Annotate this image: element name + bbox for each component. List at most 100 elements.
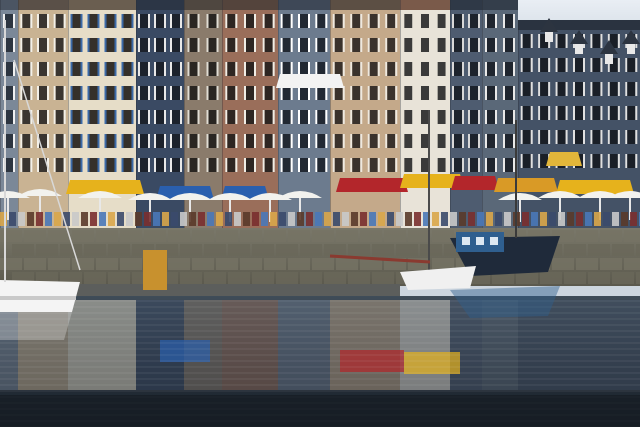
window bbox=[592, 82, 601, 96]
window bbox=[246, 158, 254, 172]
window bbox=[575, 106, 583, 120]
cafe-terrace bbox=[162, 212, 169, 226]
window-shutter bbox=[298, 134, 300, 148]
window bbox=[487, 86, 495, 100]
window-shutter bbox=[154, 62, 156, 76]
window-shutter bbox=[87, 110, 90, 124]
window-shutter bbox=[30, 86, 33, 100]
window-shutter bbox=[590, 58, 593, 72]
window bbox=[421, 86, 429, 100]
window-shutter bbox=[53, 86, 56, 100]
window-shutter bbox=[573, 58, 575, 72]
window bbox=[156, 62, 164, 76]
window-shutter bbox=[395, 110, 398, 124]
window-shutter bbox=[30, 158, 33, 172]
window-shutter bbox=[280, 158, 283, 172]
window-shutter bbox=[70, 62, 73, 76]
window-shutter bbox=[37, 110, 39, 124]
window-shutter bbox=[315, 134, 318, 148]
window-shutter bbox=[298, 158, 300, 172]
window-shutter bbox=[30, 62, 33, 76]
quay-stone bbox=[636, 244, 640, 256]
window bbox=[505, 110, 513, 124]
quay-stone bbox=[72, 258, 94, 270]
window-shutter bbox=[70, 38, 73, 52]
quay-stone bbox=[168, 258, 190, 270]
window bbox=[627, 154, 636, 168]
window bbox=[404, 62, 413, 76]
ripple bbox=[0, 336, 640, 338]
window-shutter bbox=[478, 158, 480, 172]
cafe-terrace bbox=[405, 212, 412, 226]
window-shutter bbox=[520, 154, 523, 168]
window-shutter bbox=[148, 86, 150, 100]
window-shutter bbox=[315, 38, 318, 52]
window-shutter bbox=[170, 158, 172, 172]
window-shutter bbox=[583, 106, 585, 120]
window bbox=[172, 134, 180, 148]
quay-stone bbox=[432, 230, 454, 242]
cafe-terrace bbox=[441, 212, 448, 226]
window-shutter bbox=[607, 82, 610, 96]
window-shutter bbox=[495, 14, 497, 28]
window bbox=[387, 86, 396, 100]
window-shutter bbox=[148, 134, 150, 148]
boat-mast bbox=[428, 110, 430, 270]
window-shutter bbox=[197, 134, 200, 148]
window bbox=[487, 38, 495, 52]
window-shutter bbox=[272, 110, 275, 124]
window bbox=[437, 86, 446, 100]
window-shutter bbox=[37, 38, 39, 52]
window bbox=[387, 62, 396, 76]
quay-stone bbox=[612, 272, 634, 284]
window-shutter bbox=[495, 38, 497, 52]
building-roof bbox=[68, 0, 136, 10]
window-shutter bbox=[138, 158, 140, 172]
window bbox=[522, 34, 531, 48]
window-shutter bbox=[235, 14, 238, 28]
window-shutter bbox=[402, 14, 405, 28]
window-shutter bbox=[419, 62, 421, 76]
window-shutter bbox=[262, 86, 265, 100]
window-shutter bbox=[377, 62, 380, 76]
window-shutter bbox=[332, 134, 335, 148]
window bbox=[172, 158, 180, 172]
window bbox=[264, 62, 273, 76]
window-shutter bbox=[520, 58, 523, 72]
building-roof bbox=[518, 20, 640, 30]
window bbox=[369, 14, 378, 28]
window bbox=[404, 134, 413, 148]
window-shutter bbox=[272, 62, 275, 76]
window bbox=[404, 14, 413, 28]
window-shutter bbox=[216, 158, 219, 172]
cafe-terrace bbox=[216, 212, 223, 226]
window-shutter bbox=[600, 154, 603, 168]
window-shutter bbox=[377, 14, 380, 28]
quay-stone bbox=[264, 230, 286, 242]
awning bbox=[451, 176, 499, 190]
window-shutter bbox=[315, 110, 318, 124]
window-shutter bbox=[131, 86, 134, 100]
cafe-terrace bbox=[585, 212, 592, 226]
window-shutter bbox=[47, 38, 49, 52]
window-shutter bbox=[131, 38, 134, 52]
window-shutter bbox=[97, 62, 100, 76]
window-shutter bbox=[332, 110, 335, 124]
window bbox=[437, 62, 446, 76]
parasol-pole bbox=[7, 198, 9, 220]
window-shutter bbox=[385, 134, 388, 148]
window-shutter bbox=[37, 86, 39, 100]
cafe-terrace bbox=[540, 212, 547, 226]
building-roof bbox=[184, 0, 222, 10]
window bbox=[421, 62, 429, 76]
window-shutter bbox=[262, 158, 265, 172]
window bbox=[208, 38, 217, 52]
window bbox=[454, 62, 462, 76]
window-shutter bbox=[87, 86, 90, 100]
window bbox=[39, 110, 47, 124]
cafe-terrace bbox=[603, 212, 610, 226]
window bbox=[369, 110, 378, 124]
window bbox=[156, 158, 164, 172]
window-shutter bbox=[625, 154, 628, 168]
window-shutter bbox=[206, 110, 209, 124]
